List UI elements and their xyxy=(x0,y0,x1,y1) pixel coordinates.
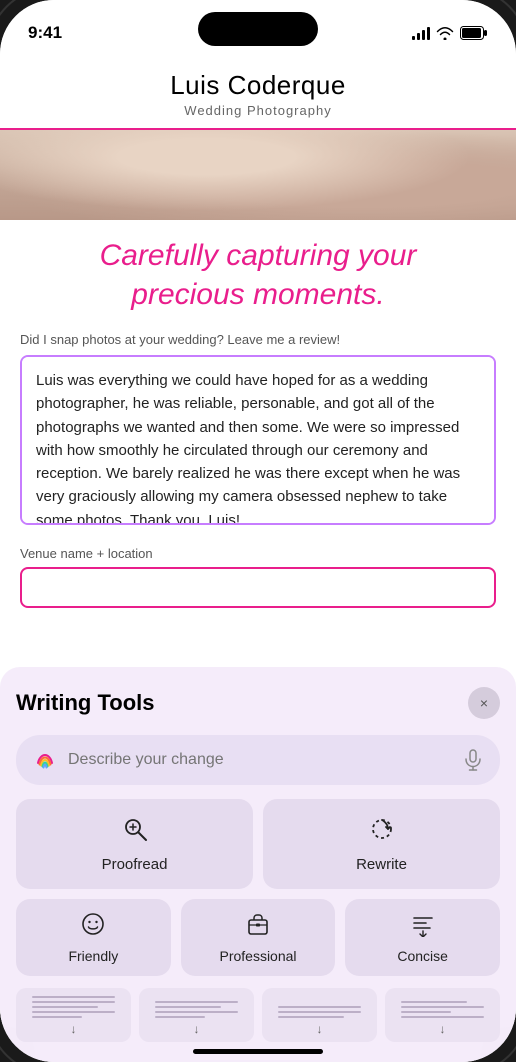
describe-input[interactable] xyxy=(68,751,452,769)
signal-icon xyxy=(412,26,430,40)
friendly-button[interactable]: Friendly xyxy=(16,899,171,976)
proofread-button[interactable]: Proofread xyxy=(16,799,253,889)
concise-button[interactable]: Concise xyxy=(345,899,500,976)
describe-input-wrapper xyxy=(16,735,500,785)
professional-icon xyxy=(245,911,271,943)
review-label: Did I snap photos at your wedding? Leave… xyxy=(20,332,496,347)
site-header: Luis Coderque Wedding Photography xyxy=(0,54,516,130)
venue-label: Venue name + location xyxy=(20,546,496,561)
review-textarea[interactable] xyxy=(20,355,496,525)
template-thumb-1[interactable]: ↓ xyxy=(16,988,131,1042)
templates-row: ↓ ↓ ↓ xyxy=(16,988,500,1042)
template-thumb-2[interactable]: ↓ xyxy=(139,988,254,1042)
template-lines-4 xyxy=(401,1001,483,1018)
template-arrow-3: ↓ xyxy=(317,1022,323,1036)
rewrite-button[interactable]: Rewrite xyxy=(263,799,500,889)
template-lines-3 xyxy=(278,1006,360,1018)
template-thumb-3[interactable]: ↓ xyxy=(262,988,377,1042)
wedding-image-inner xyxy=(0,130,516,220)
status-time: 9:41 xyxy=(28,23,62,43)
tools-main-row: Proofread Rewrite xyxy=(16,799,500,889)
template-arrow-2: ↓ xyxy=(194,1022,200,1036)
battery-icon xyxy=(460,26,488,40)
ai-rainbow-icon xyxy=(32,747,58,773)
friendly-label: Friendly xyxy=(68,948,118,964)
template-lines-1 xyxy=(32,996,114,1018)
page-content: Luis Coderque Wedding Photography Carefu… xyxy=(0,54,516,1062)
template-lines-2 xyxy=(155,1001,237,1018)
home-indicator xyxy=(193,1049,323,1054)
hero-text: Carefully capturing your precious moment… xyxy=(0,220,516,324)
status-icons xyxy=(412,26,488,40)
venue-input[interactable] xyxy=(20,567,496,608)
template-arrow-4: ↓ xyxy=(440,1022,446,1036)
phone-frame: 9:41 Luis C xyxy=(0,0,516,1062)
concise-icon xyxy=(410,911,436,943)
writing-tools-title: Writing Tools xyxy=(16,690,155,716)
tools-tone-row: Friendly Professional xyxy=(16,899,500,976)
rewrite-icon xyxy=(368,815,396,850)
writing-tools-header: Writing Tools × xyxy=(16,687,500,719)
hero-heading: Carefully capturing your precious moment… xyxy=(40,236,476,314)
venue-section: Venue name + location xyxy=(0,538,516,612)
proofread-icon xyxy=(121,815,149,850)
microphone-icon[interactable] xyxy=(462,749,484,771)
professional-label: Professional xyxy=(219,948,296,964)
dynamic-island xyxy=(198,12,318,46)
wedding-image xyxy=(0,130,516,220)
writing-tools-close-button[interactable]: × xyxy=(468,687,500,719)
rewrite-label: Rewrite xyxy=(356,856,407,873)
site-subtitle: Wedding Photography xyxy=(20,103,496,118)
template-arrow-1: ↓ xyxy=(71,1022,77,1036)
friendly-icon xyxy=(80,911,106,943)
site-title: Luis Coderque xyxy=(20,70,496,101)
professional-button[interactable]: Professional xyxy=(181,899,336,976)
review-section: Did I snap photos at your wedding? Leave… xyxy=(0,324,516,538)
proofread-label: Proofread xyxy=(102,856,168,873)
concise-label: Concise xyxy=(397,948,448,964)
wifi-icon xyxy=(436,26,454,40)
writing-tools-panel: Writing Tools × xyxy=(0,667,516,1062)
template-thumb-4[interactable]: ↓ xyxy=(385,988,500,1042)
